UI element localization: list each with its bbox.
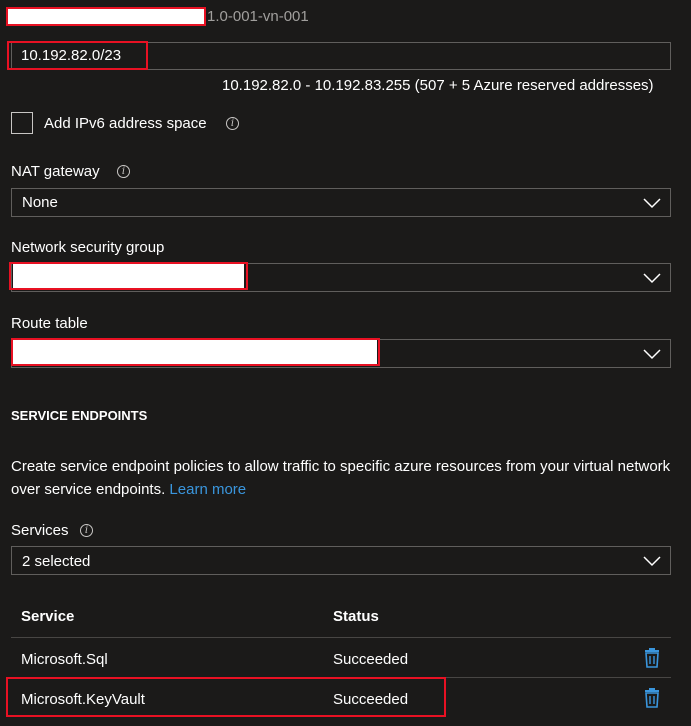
trash-icon[interactable] bbox=[643, 688, 661, 708]
ipv6-info-icon[interactable]: i bbox=[226, 117, 239, 130]
address-range-hint: 10.192.82.0 - 10.192.83.255 (507 + 5 Azu… bbox=[222, 77, 654, 94]
highlight-name bbox=[6, 7, 206, 26]
header-name-suffix: 1.0-001-vn-001 bbox=[207, 8, 309, 25]
column-header-service: Service bbox=[21, 608, 75, 625]
service-endpoints-description: Create service endpoint policies to allo… bbox=[11, 455, 681, 501]
description-text: Create service endpoint policies to allo… bbox=[11, 458, 671, 498]
services-value: 2 selected bbox=[22, 553, 91, 570]
chevron-down-icon bbox=[643, 273, 661, 284]
highlight-route-table bbox=[11, 338, 380, 366]
service-endpoints-heading: SERVICE ENDPOINTS bbox=[11, 408, 148, 423]
services-label: Services bbox=[11, 522, 69, 539]
nat-gateway-select[interactable] bbox=[11, 188, 671, 217]
table-row: Microsoft.Sql Succeeded bbox=[11, 638, 671, 677]
row-status: Succeeded bbox=[333, 651, 409, 668]
ipv6-checkbox[interactable] bbox=[11, 112, 33, 134]
nsg-label: Network security group bbox=[11, 239, 165, 256]
trash-icon[interactable] bbox=[643, 648, 661, 668]
highlight-nsg bbox=[9, 262, 248, 290]
learn-more-link[interactable]: Learn more bbox=[169, 481, 246, 498]
row-service: Microsoft.Sql bbox=[21, 651, 108, 668]
nat-gateway-value: None bbox=[22, 194, 58, 211]
column-header-status: Status bbox=[333, 608, 379, 625]
header-partial-title bbox=[0, 0, 691, 4]
services-select[interactable] bbox=[11, 546, 671, 575]
services-info-icon[interactable]: i bbox=[80, 524, 93, 537]
highlight-address-range bbox=[7, 41, 148, 70]
chevron-down-icon bbox=[643, 556, 661, 567]
nat-gateway-info-icon[interactable]: i bbox=[117, 165, 130, 178]
route-table-label: Route table bbox=[11, 315, 88, 332]
ipv6-label: Add IPv6 address space bbox=[44, 115, 207, 132]
highlight-keyvault-row bbox=[6, 677, 446, 717]
chevron-down-icon bbox=[643, 349, 661, 360]
chevron-down-icon bbox=[643, 198, 661, 209]
nat-gateway-label: NAT gateway bbox=[11, 163, 100, 180]
